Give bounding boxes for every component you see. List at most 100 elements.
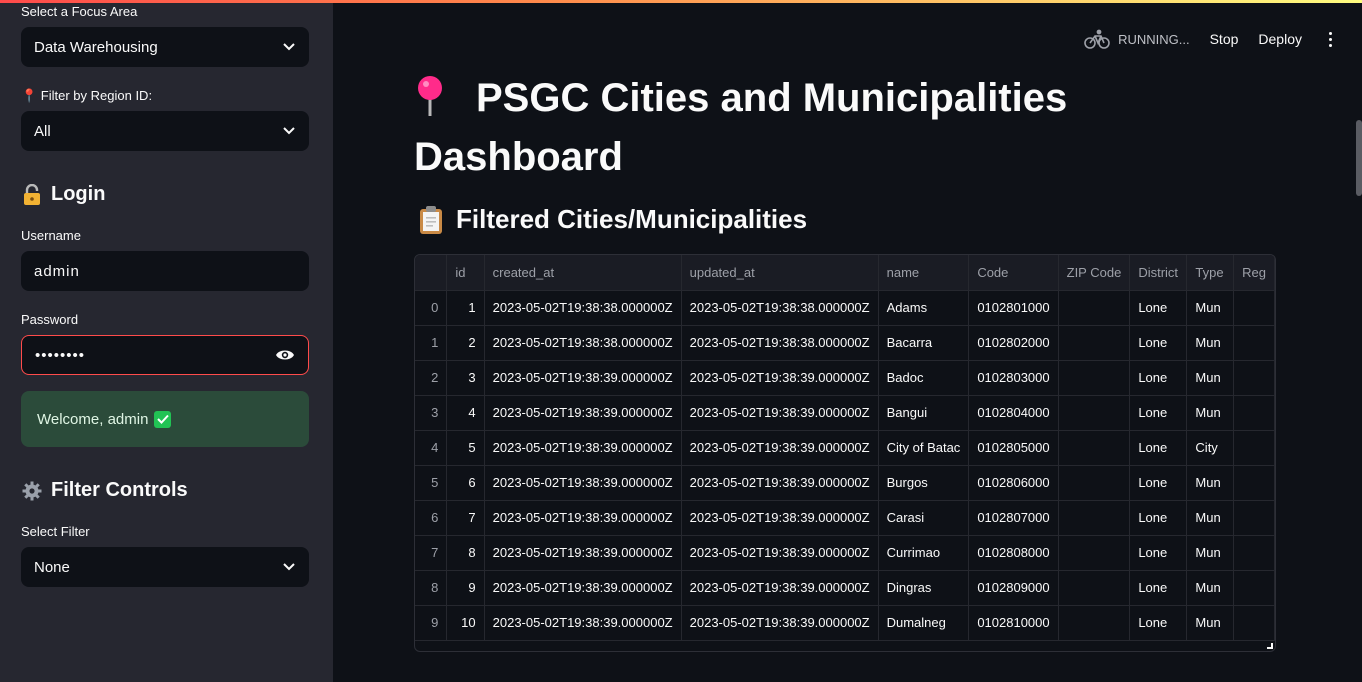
data-table[interactable]: id created_at updated_at name Code ZIP Code Di… <box>414 254 1276 652</box>
table-cell[interactable]: 9 <box>446 570 485 606</box>
table-cell[interactable]: 7 <box>446 500 485 536</box>
table-cell[interactable]: 3 <box>446 360 485 396</box>
table-row[interactable]: 8 9 2023-05-02T19:38:39.000000Z 2023-05-02T… <box>415 570 1275 606</box>
row-index-cell[interactable]: 4 <box>415 430 448 466</box>
table-cell[interactable]: Lone <box>1129 500 1188 536</box>
table-cell[interactable]: Lone <box>1129 360 1188 396</box>
table-cell[interactable]: 2023-05-02T19:38:39.000000Z <box>484 570 682 606</box>
table-cell[interactable]: Mun <box>1186 395 1235 431</box>
table-cell[interactable] <box>1058 605 1131 641</box>
table-cell[interactable]: Bacarra <box>878 325 970 361</box>
table-cell[interactable]: 6 <box>446 465 485 501</box>
table-cell[interactable] <box>1233 500 1275 536</box>
table-cell[interactable]: 8 <box>446 535 485 571</box>
table-cell[interactable]: Carasi <box>878 500 970 536</box>
table-row[interactable]: 7 8 2023-05-02T19:38:39.000000Z 2023-05-02T… <box>415 535 1275 571</box>
table-cell[interactable]: Lone <box>1129 570 1188 606</box>
column-header[interactable]: updated_at <box>681 255 879 291</box>
table-cell[interactable]: 0102807000 <box>968 500 1059 536</box>
table-row[interactable]: 4 5 2023-05-02T19:38:39.000000Z 2023-05-02T… <box>415 430 1275 466</box>
column-header[interactable]: Type <box>1186 255 1235 291</box>
row-index-cell[interactable]: 0 <box>415 290 448 326</box>
table-cell[interactable]: 4 <box>446 395 485 431</box>
table-cell[interactable]: 2023-05-02T19:38:39.000000Z <box>681 570 879 606</box>
table-cell[interactable]: 1 <box>446 290 485 326</box>
table-cell[interactable]: 2023-05-02T19:38:38.000000Z <box>681 325 879 361</box>
table-cell[interactable]: Mun <box>1186 570 1235 606</box>
table-cell[interactable]: 0102804000 <box>968 395 1059 431</box>
table-cell[interactable]: Dumalneg <box>878 605 970 641</box>
table-cell[interactable] <box>1058 325 1131 361</box>
table-cell[interactable] <box>1058 465 1131 501</box>
table-cell[interactable]: 2023-05-02T19:38:39.000000Z <box>681 395 879 431</box>
table-cell[interactable]: Mun <box>1186 605 1235 641</box>
table-cell[interactable]: 5 <box>446 430 485 466</box>
table-cell[interactable] <box>1233 395 1275 431</box>
table-cell[interactable]: 0102806000 <box>968 465 1059 501</box>
table-cell[interactable]: 0102801000 <box>968 290 1059 326</box>
column-header[interactable]: id <box>446 255 485 291</box>
row-index-cell[interactable]: 3 <box>415 395 448 431</box>
table-row[interactable]: 3 4 2023-05-02T19:38:39.000000Z 2023-05-02T… <box>415 395 1275 431</box>
table-cell[interactable]: 2023-05-02T19:38:39.000000Z <box>681 360 879 396</box>
table-cell[interactable]: 0102810000 <box>968 605 1059 641</box>
table-cell[interactable]: 2023-05-02T19:38:39.000000Z <box>484 605 682 641</box>
eye-icon[interactable] <box>275 348 295 362</box>
table-cell[interactable] <box>1233 290 1275 326</box>
username-input[interactable]: admin <box>21 251 309 291</box>
table-cell[interactable]: 2023-05-02T19:38:39.000000Z <box>681 535 879 571</box>
table-cell[interactable]: Lone <box>1129 535 1188 571</box>
focus-area-select[interactable]: Data Warehousing <box>21 27 309 67</box>
table-cell[interactable]: Adams <box>878 290 970 326</box>
table-cell[interactable] <box>1058 290 1131 326</box>
table-row[interactable]: 0 1 2023-05-02T19:38:38.000000Z 2023-05-02T… <box>415 290 1275 326</box>
table-cell[interactable]: 2023-05-02T19:38:39.000000Z <box>484 395 682 431</box>
table-cell[interactable] <box>1058 535 1131 571</box>
table-cell[interactable]: Lone <box>1129 605 1188 641</box>
table-cell[interactable]: 0102809000 <box>968 570 1059 606</box>
table-row[interactable]: 9 10 2023-05-02T19:38:39.000000Z 2023-05-02… <box>415 605 1275 641</box>
table-cell[interactable]: Currimao <box>878 535 970 571</box>
table-cell[interactable]: 2023-05-02T19:38:39.000000Z <box>484 535 682 571</box>
column-header[interactable] <box>415 255 448 291</box>
row-index-cell[interactable]: 9 <box>415 605 448 641</box>
table-cell[interactable] <box>1233 605 1275 641</box>
table-cell[interactable]: 2023-05-02T19:38:39.000000Z <box>681 500 879 536</box>
stop-button[interactable]: Stop <box>1210 31 1239 47</box>
page-scrollbar[interactable] <box>1356 120 1362 196</box>
column-header[interactable]: Reg <box>1233 255 1275 291</box>
table-cell[interactable]: City of Batac <box>878 430 970 466</box>
table-cell[interactable]: 2023-05-02T19:38:39.000000Z <box>484 465 682 501</box>
table-cell[interactable]: Mun <box>1186 325 1235 361</box>
table-cell[interactable]: Badoc <box>878 360 970 396</box>
deploy-button[interactable]: Deploy <box>1258 31 1302 47</box>
table-cell[interactable]: Mun <box>1186 360 1235 396</box>
row-index-cell[interactable]: 5 <box>415 465 448 501</box>
table-cell[interactable]: Dingras <box>878 570 970 606</box>
table-cell[interactable]: Bangui <box>878 395 970 431</box>
column-header[interactable]: created_at <box>484 255 682 291</box>
table-cell[interactable]: 2023-05-02T19:38:39.000000Z <box>681 605 879 641</box>
more-vertical-icon[interactable] <box>1322 30 1338 48</box>
column-header[interactable]: District <box>1129 255 1188 291</box>
table-cell[interactable] <box>1233 570 1275 606</box>
table-cell[interactable]: Lone <box>1129 465 1188 501</box>
table-cell[interactable]: Mun <box>1186 500 1235 536</box>
row-index-cell[interactable]: 6 <box>415 500 448 536</box>
table-cell[interactable]: Lone <box>1129 290 1188 326</box>
column-header[interactable]: ZIP Code <box>1058 255 1131 291</box>
table-cell[interactable]: Burgos <box>878 465 970 501</box>
row-index-cell[interactable]: 1 <box>415 325 448 361</box>
table-cell[interactable] <box>1058 430 1131 466</box>
table-cell[interactable]: 2023-05-02T19:38:38.000000Z <box>484 290 682 326</box>
table-cell[interactable] <box>1233 325 1275 361</box>
select-filter-dropdown[interactable]: None <box>21 547 309 587</box>
region-filter-select[interactable]: All <box>21 111 309 151</box>
table-cell[interactable]: 0102802000 <box>968 325 1059 361</box>
table-cell[interactable]: 2023-05-02T19:38:38.000000Z <box>681 290 879 326</box>
table-cell[interactable]: Mun <box>1186 465 1235 501</box>
table-cell[interactable] <box>1233 430 1275 466</box>
table-cell[interactable]: 2023-05-02T19:38:39.000000Z <box>484 500 682 536</box>
row-index-cell[interactable]: 7 <box>415 535 448 571</box>
table-cell[interactable]: Mun <box>1186 535 1235 571</box>
